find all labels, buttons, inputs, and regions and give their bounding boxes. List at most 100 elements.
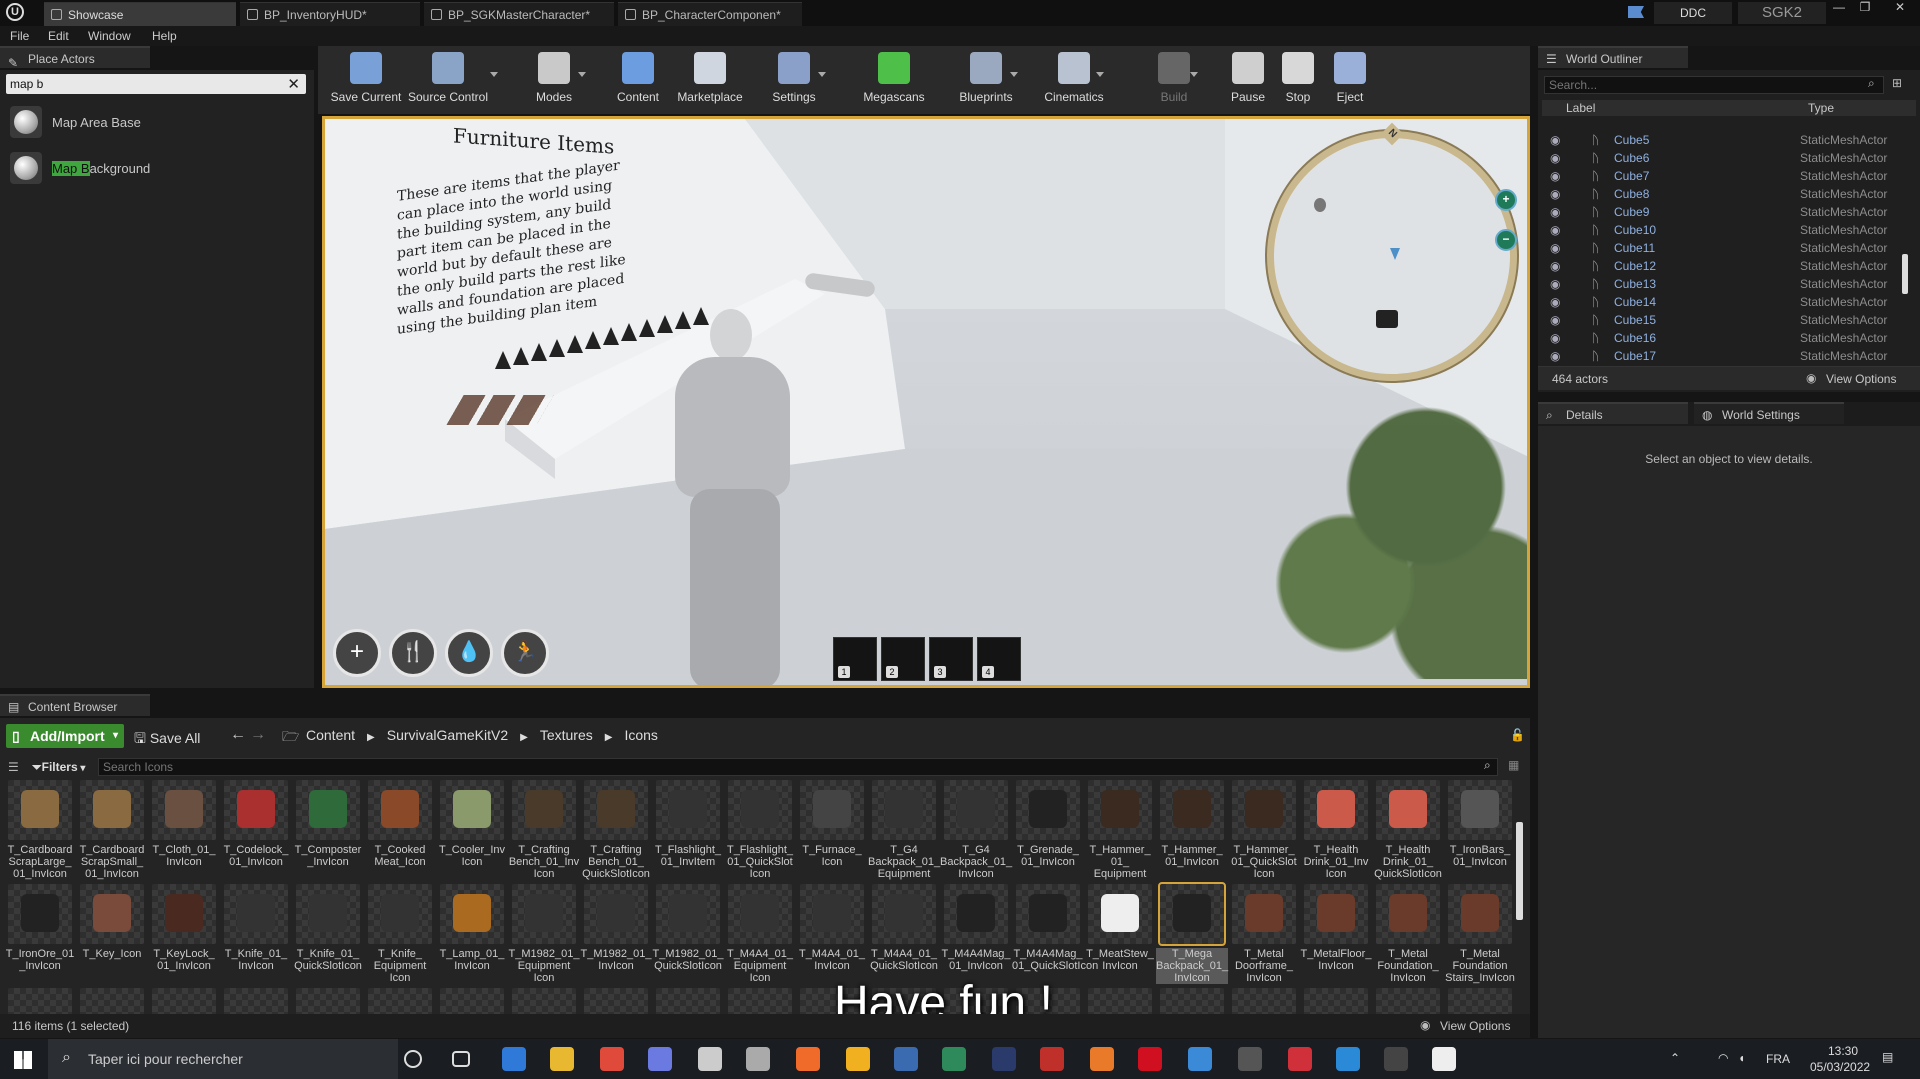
tab-master-character[interactable]: BP_SGKMasterCharacter*	[424, 2, 614, 26]
hunger-button[interactable]: 🍴	[389, 629, 437, 677]
asset-tile[interactable]: T_Metal Doorframe_ InvIcon	[1228, 884, 1300, 984]
quickslot-2[interactable]: 2	[881, 637, 925, 681]
toolbar-button-cinematics[interactable]: Cinematics	[1032, 48, 1116, 112]
asset-tile-partial[interactable]	[368, 988, 432, 1014]
breadcrumb-textures[interactable]: Textures	[540, 727, 593, 743]
network-icon[interactable]: ◠	[1718, 1051, 1728, 1065]
back-arrow-icon[interactable]: ←	[230, 726, 246, 744]
chrome-icon[interactable]	[600, 1047, 624, 1071]
asset-tile-partial[interactable]	[224, 988, 288, 1014]
asset-tile[interactable]: T_Health Drink_01_Inv Icon	[1300, 780, 1372, 880]
photoshop-icon[interactable]	[992, 1047, 1016, 1071]
forward-arrow-icon[interactable]: →	[250, 726, 266, 744]
table-row[interactable]: ◉ ᚢ Cube5 StaticMeshActor	[1544, 131, 1916, 149]
column-label[interactable]: Label	[1566, 101, 1595, 115]
asset-tile-partial[interactable]	[656, 988, 720, 1014]
quickslot-4[interactable]: 4	[977, 637, 1021, 681]
asset-tile-partial[interactable]	[8, 988, 72, 1014]
asset-tile[interactable]: T_Hammer_ 01_ Equipment	[1084, 780, 1156, 880]
asset-tile[interactable]: T_Composter _InvIcon	[292, 780, 364, 868]
asset-tile[interactable]: T_G4 Backpack_01_ InvIcon	[940, 780, 1012, 880]
visibility-eye-icon[interactable]: ◉	[1550, 239, 1560, 257]
asset-tile-partial[interactable]	[152, 988, 216, 1014]
windows-start-icon[interactable]	[14, 1051, 32, 1069]
menu-help[interactable]: Help	[152, 29, 177, 43]
thirst-button[interactable]: 💧	[445, 629, 493, 677]
restore-button[interactable]: ❐	[1852, 0, 1878, 18]
volume-icon[interactable]: ◖	[1738, 1051, 1745, 1065]
visibility-eye-icon[interactable]: ◉	[1550, 149, 1560, 167]
asset-tile[interactable]: T_MetalFloor_ InvIcon	[1300, 884, 1372, 972]
toolbar-button-modes[interactable]: Modes	[512, 48, 596, 112]
close-window-button[interactable]: ✕	[1882, 0, 1918, 18]
table-row[interactable]: ◉ ᚢ Cube11 StaticMeshActor	[1544, 239, 1916, 257]
asset-tile[interactable]: T_M1982_01_ Equipment Icon	[508, 884, 580, 984]
table-row[interactable]: ◉ ᚢ Cube9 StaticMeshActor	[1544, 203, 1916, 221]
asset-tile-partial[interactable]	[1376, 988, 1440, 1014]
asset-tile[interactable]: T_Flashlight_ 01_InvItem	[652, 780, 724, 868]
visibility-eye-icon[interactable]: ◉	[1550, 275, 1560, 293]
store-icon[interactable]	[502, 1047, 526, 1071]
world-outliner-tab[interactable]: ☰ World Outliner	[1538, 46, 1688, 68]
view-options-button[interactable]: View Options	[1826, 372, 1896, 386]
toolbar-button-eject[interactable]: Eject	[1308, 48, 1392, 112]
asset-tile[interactable]: T_Cooler_Inv Icon	[436, 780, 508, 868]
tab-character-component[interactable]: BP_CharacterComponen*	[618, 2, 802, 26]
asset-tile[interactable]: T_Cooked Meat_Icon	[364, 780, 436, 868]
toolbar-button-blueprints[interactable]: Blueprints	[944, 48, 1028, 112]
asset-tile[interactable]: T_Metal Foundation_ InvIcon	[1372, 884, 1444, 984]
save-all-button[interactable]: 🖫 Save All	[134, 728, 200, 752]
filezilla-icon[interactable]	[1040, 1047, 1064, 1071]
hotspot-icon[interactable]	[942, 1047, 966, 1071]
table-row[interactable]: ◉ ᚢ Cube7 StaticMeshActor	[1544, 167, 1916, 185]
minimize-button[interactable]: —	[1826, 0, 1852, 18]
menu-edit[interactable]: Edit	[48, 29, 69, 43]
steam-icon[interactable]	[894, 1047, 918, 1071]
blender-icon[interactable]	[1090, 1047, 1114, 1071]
asset-tile[interactable]: T_Cardboard ScrapSmall_ 01_InvIcon	[76, 780, 148, 880]
asset-tile[interactable]: T_Knife_ Equipment Icon	[364, 884, 436, 984]
explorer-icon[interactable]	[550, 1047, 574, 1071]
filters-button[interactable]: ⏷Filters ▾	[32, 760, 85, 775]
dropdown-arrow-icon[interactable]	[578, 72, 586, 77]
content-browser-tab[interactable]: ▤ Content Browser	[0, 694, 150, 716]
cortana-icon[interactable]	[404, 1050, 422, 1068]
asset-tile-partial[interactable]	[1088, 988, 1152, 1014]
table-row[interactable]: ◉ ᚢ Cube13 StaticMeshActor	[1544, 275, 1916, 293]
asset-tile[interactable]: T_IronOre_01 _InvIcon	[4, 884, 76, 972]
table-row[interactable]: ◉ ᚢ Cube8 StaticMeshActor	[1544, 185, 1916, 203]
visibility-eye-icon[interactable]: ◉	[1550, 311, 1560, 329]
asset-tile-partial[interactable]	[1304, 988, 1368, 1014]
table-row[interactable]: ◉ ᚢ Cube12 StaticMeshActor	[1544, 257, 1916, 275]
dropdown-arrow-icon[interactable]	[818, 72, 826, 77]
asset-tile[interactable]: T_Health Drink_01_ QuickSlotIcon	[1372, 780, 1444, 880]
dropdown-arrow-icon[interactable]	[1190, 72, 1198, 77]
add-import-button[interactable]: ▯ Add/Import ▾	[6, 724, 124, 748]
toolbar-button-settings[interactable]: Settings	[752, 48, 836, 112]
health-button[interactable]: +	[333, 629, 381, 677]
world-settings-tab[interactable]: ◍ World Settings	[1694, 402, 1844, 424]
asset-tile[interactable]: T_Crafting Bench_01_Inv Icon	[508, 780, 580, 880]
epic-launcher-icon[interactable]	[1384, 1047, 1408, 1071]
asset-tile[interactable]: T_IronBars_ 01_InvIcon	[1444, 780, 1516, 868]
asset-tile[interactable]: T_Metal Foundation Stairs_InvIcon	[1444, 884, 1516, 984]
tab-showcase[interactable]: Showcase	[44, 2, 236, 26]
column-type[interactable]: Type	[1808, 101, 1834, 115]
asset-tile[interactable]: T_Lamp_01_ InvIcon	[436, 884, 508, 972]
view-options-button[interactable]: View Options	[1440, 1019, 1510, 1033]
table-row[interactable]: ◉ ᚢ Cube6 StaticMeshActor	[1544, 149, 1916, 167]
asset-tile-partial[interactable]	[512, 988, 576, 1014]
app-red-icon[interactable]	[1288, 1047, 1312, 1071]
toolbar-button-source-control[interactable]: Source Control	[406, 48, 490, 112]
asset-tile[interactable]: T_M4A4_01_ QuickSlotIcon	[868, 884, 940, 972]
quickslot-3[interactable]: 3	[929, 637, 973, 681]
notification-flag-icon[interactable]	[1628, 6, 1644, 18]
dropdown-arrow-icon[interactable]	[1096, 72, 1104, 77]
tray-chevron-icon[interactable]: ⌃	[1670, 1051, 1680, 1065]
table-row[interactable]: ◉ ᚢ Cube14 StaticMeshActor	[1544, 293, 1916, 311]
origin-icon[interactable]	[796, 1047, 820, 1071]
list-item[interactable]: Map Background	[8, 150, 308, 186]
table-row[interactable]: ◉ ᚢ Cube15 StaticMeshActor	[1544, 311, 1916, 329]
language-indicator[interactable]: FRA	[1766, 1052, 1790, 1066]
netflix-icon[interactable]	[1138, 1047, 1162, 1071]
